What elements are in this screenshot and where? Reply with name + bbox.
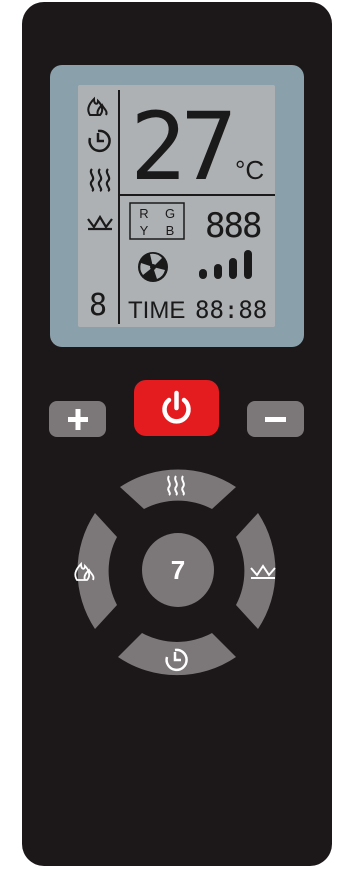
center-button[interactable]: 7 <box>142 533 214 607</box>
heat-icon <box>89 168 111 192</box>
power-button[interactable] <box>134 380 219 436</box>
temperature-readout: 27 <box>130 93 231 202</box>
color-label-g: G <box>165 206 175 221</box>
power-icon <box>162 390 191 424</box>
flame-icon <box>87 96 108 116</box>
mode-digit: 8 <box>89 288 107 323</box>
color-box <box>129 202 185 240</box>
minus-icon <box>265 417 286 422</box>
plus-button[interactable] <box>49 401 106 437</box>
color-label-b: B <box>166 223 175 238</box>
temperature-unit: °C <box>235 155 264 185</box>
color-label-r: R <box>139 206 148 221</box>
time-label: TIME <box>128 297 185 324</box>
signal-bars-icon <box>199 250 252 279</box>
minus-button[interactable] <box>247 401 304 437</box>
plus-icon <box>68 409 88 430</box>
fan-icon <box>138 252 168 282</box>
segment-display: 888 <box>205 206 261 246</box>
lcd-screen: 8 27 °C R G Y B 888 TIME 88:88 <box>78 85 275 327</box>
crown-icon <box>87 214 113 231</box>
timer-icon <box>88 129 111 153</box>
color-label-y: Y <box>140 223 149 238</box>
time-value: 88:88 <box>195 296 267 324</box>
center-button-label: 7 <box>170 554 186 585</box>
